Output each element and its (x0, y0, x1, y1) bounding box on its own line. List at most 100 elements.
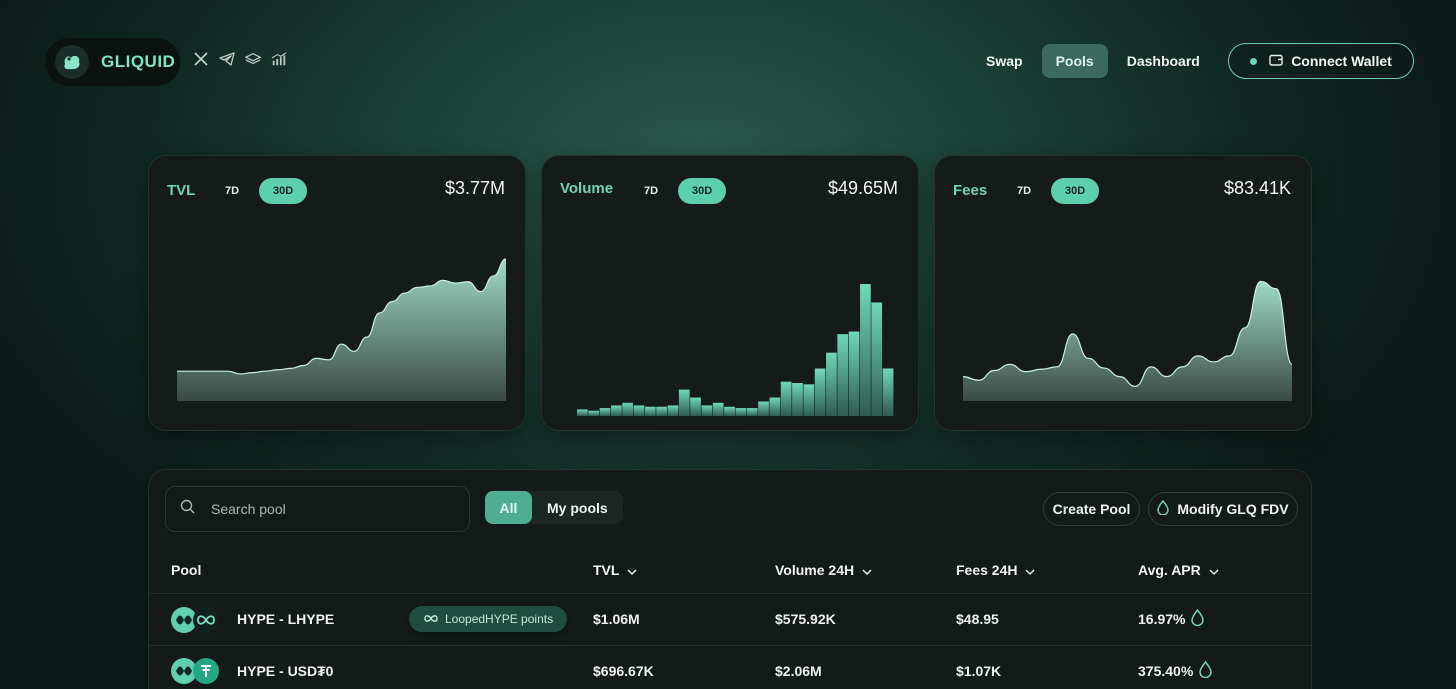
chart-bar (814, 368, 826, 416)
modify-fdv-button[interactable]: Modify GLQ FDV (1148, 492, 1298, 526)
drop-icon (1191, 608, 1205, 629)
logo[interactable]: GLIQUID (45, 38, 180, 86)
drop-icon (1199, 660, 1213, 681)
range-30d-button[interactable]: 30D (678, 178, 727, 204)
tvl-card: TVL 7D 30D $3.77M (148, 155, 526, 431)
pool-volume: $575.92K (775, 611, 836, 627)
lhype-token-icon (193, 607, 219, 633)
pool-volume: $2.06M (775, 663, 822, 679)
pool-pair: HYPE - LHYPE (237, 611, 335, 627)
x-icon[interactable] (193, 51, 209, 67)
create-pool-label: Create Pool (1052, 501, 1131, 517)
table-header: Pool TVL Volume 24H Fees 24H Avg. APR (149, 558, 1311, 594)
chart-bar (826, 352, 837, 416)
create-pool-button[interactable]: Create Pool (1043, 492, 1140, 526)
table-row[interactable]: HYPE - LHYPE LoopedHYPE points $1.06M $5… (149, 594, 1311, 646)
volume-card: Volume 7D 30D $49.65M (541, 155, 919, 431)
drop-icon (1157, 499, 1170, 518)
infinity-icon (423, 612, 439, 626)
pools-panel: All My pools Create Pool Modify GLQ FDV … (148, 469, 1312, 689)
pool-fees: $48.95 (956, 611, 999, 627)
filter-all[interactable]: All (485, 491, 532, 524)
pool-tvl: $1.06M (593, 611, 640, 627)
points-badge: LoopedHYPE points (409, 606, 568, 632)
filter-my-pools[interactable]: My pools (532, 491, 623, 524)
status-dot (1250, 57, 1258, 65)
column-apr[interactable]: Avg. APR (1138, 562, 1219, 578)
chart-bar (610, 405, 622, 416)
fees-card: Fees 7D 30D $83.41K (934, 155, 1312, 431)
pool-fees: $1.07K (956, 663, 1002, 679)
range-30d-button[interactable]: 30D (259, 178, 308, 204)
connect-wallet-label: Connect Wallet (1291, 53, 1392, 69)
chevron-down-icon (627, 562, 637, 578)
telegram-icon[interactable] (219, 51, 235, 67)
connect-wallet-button[interactable]: Connect Wallet (1228, 43, 1414, 79)
chart-bar (701, 405, 713, 416)
chart-bar (758, 401, 769, 416)
badge-label: LoopedHYPE points (445, 612, 554, 626)
chart-bar (882, 368, 894, 416)
range-7d-button[interactable]: 7D (1007, 178, 1041, 204)
chart-bar (769, 397, 781, 416)
chart-bar (746, 408, 758, 416)
column-volume[interactable]: Volume 24H (775, 562, 872, 578)
chart-bar (656, 406, 667, 416)
logo-mark-icon (55, 45, 89, 79)
chart-bar (860, 284, 871, 416)
chart-bar (735, 408, 747, 416)
docs-icon[interactable] (245, 51, 261, 67)
chevron-down-icon (1025, 562, 1036, 578)
range-7d-button[interactable]: 7D (634, 178, 668, 204)
chart-bar (667, 405, 679, 416)
chevron-down-icon (1209, 562, 1219, 578)
chart-area (177, 259, 506, 401)
card-title: Volume (560, 180, 614, 197)
chart-bar (588, 410, 600, 416)
search-icon (180, 499, 195, 519)
card-title: Fees (953, 182, 988, 199)
chart-area (963, 281, 1292, 401)
chart-bar (780, 381, 792, 416)
chart-bar (678, 389, 690, 416)
chart-bar (792, 383, 803, 416)
column-pool[interactable]: Pool (171, 562, 201, 578)
chart-bar (837, 334, 849, 416)
table-row[interactable]: HYPE - USD₮0 $696.67K $2.06M $1.07K 375.… (149, 646, 1311, 689)
card-value: $83.41K (1223, 178, 1291, 198)
chart-bar (803, 384, 815, 416)
nav-dashboard[interactable]: Dashboard (1113, 44, 1214, 78)
chart-bar (599, 408, 611, 416)
search-box[interactable] (165, 486, 470, 532)
column-fees[interactable]: Fees 24H (956, 562, 1036, 578)
range-30d-button[interactable]: 30D (1051, 178, 1100, 204)
chart-bar (577, 409, 588, 416)
chart-bar (712, 402, 724, 416)
pool-apr: 375.40% (1138, 660, 1213, 681)
range-7d-button[interactable]: 7D (215, 178, 249, 204)
stats-icon[interactable] (271, 51, 287, 67)
logo-text: GLIQUID (101, 52, 176, 71)
chart-bar (644, 406, 656, 416)
chart-bar (633, 405, 645, 416)
column-tvl[interactable]: TVL (593, 562, 637, 578)
chart-bar (871, 302, 883, 416)
nav-pools[interactable]: Pools (1041, 44, 1108, 78)
chart-bar (690, 397, 701, 416)
main-nav: Swap Pools Dashboard (972, 44, 1219, 78)
chart-bar (724, 406, 735, 416)
card-value: $49.65M (827, 178, 898, 198)
nav-swap[interactable]: Swap (972, 44, 1037, 78)
modify-fdv-label: Modify GLQ FDV (1177, 501, 1289, 517)
card-title: TVL (167, 182, 196, 199)
pool-filter: All My pools (485, 491, 623, 524)
pool-tvl: $696.67K (593, 663, 654, 679)
chevron-down-icon (862, 562, 872, 578)
wallet-icon (1269, 53, 1283, 69)
chart-bar (848, 331, 860, 416)
usdt-token-icon (193, 658, 219, 684)
pool-pair: HYPE - USD₮0 (237, 663, 334, 679)
search-input[interactable] (211, 501, 441, 517)
card-value: $3.77M (444, 178, 505, 198)
pool-apr: 16.97% (1138, 608, 1205, 629)
